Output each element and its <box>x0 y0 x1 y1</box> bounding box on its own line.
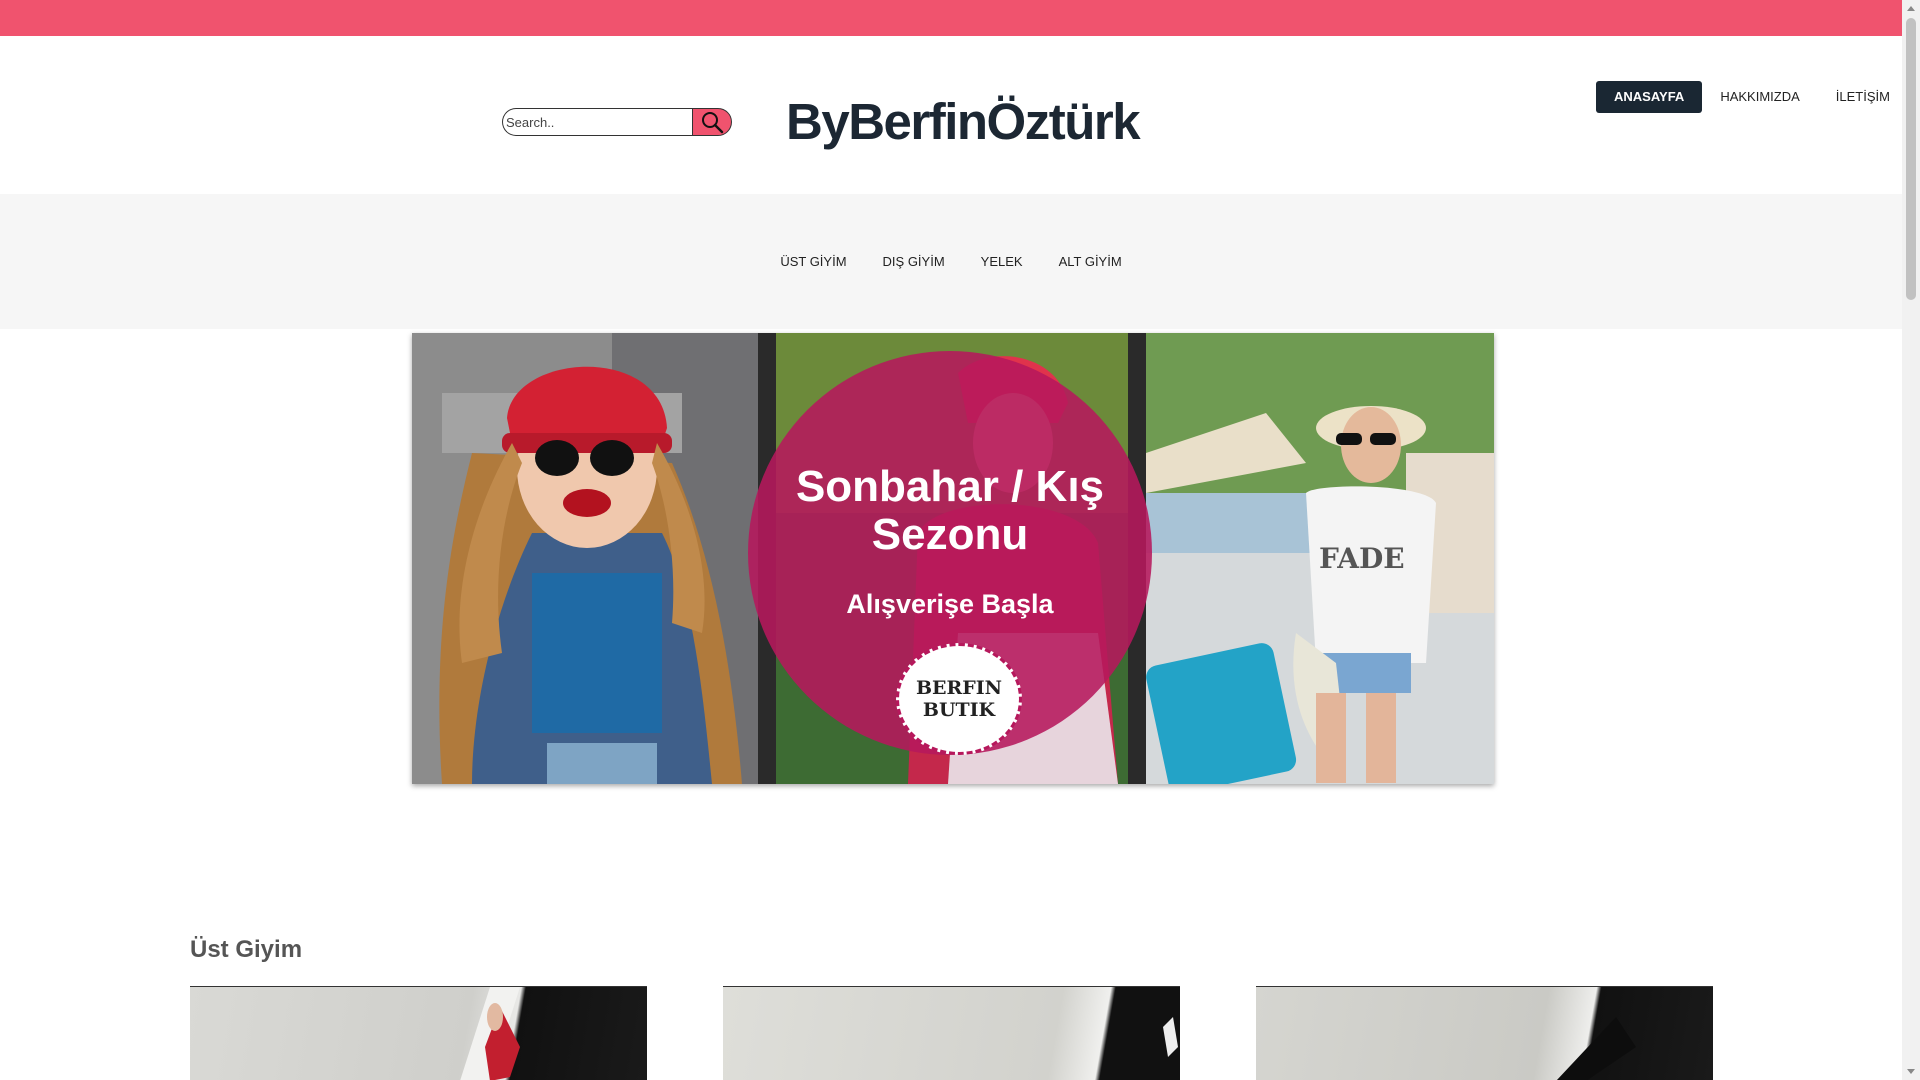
product-card[interactable] <box>190 986 647 1080</box>
scroll-up-arrow-icon[interactable] <box>1907 6 1915 11</box>
berfin-butik-badge: BERFIN BUTIK <box>896 643 1022 755</box>
product-image-3 <box>1556 1017 1636 1080</box>
page-scrollbar[interactable] <box>1902 0 1920 1080</box>
banner-photo-left <box>412 333 758 784</box>
search-icon <box>702 112 724 134</box>
category-dis-giyim[interactable]: DIŞ GİYİM <box>865 254 963 269</box>
banner-title-line1: Sonbahar / Kış <box>795 462 1105 511</box>
site-logo-text[interactable]: ByBerfinÖztürk <box>786 92 1141 151</box>
scroll-down-arrow-icon[interactable] <box>1907 1069 1915 1074</box>
main-nav: ANASAYFA HAKKIMIZDA İLETİŞİM <box>1596 81 1908 113</box>
category-yelek[interactable]: YELEK <box>963 254 1041 269</box>
banner-title-line2: Sezonu <box>871 510 1029 559</box>
section-title-ust-giyim: Üst Giyim <box>190 936 303 963</box>
category-nav-list: ÜST GİYİM DIŞ GİYİM YELEK ALT GİYİM <box>762 254 1139 269</box>
banner-title: Sonbahar / Kış Sezonu <box>748 463 1152 559</box>
search-button[interactable] <box>692 108 732 136</box>
product-card[interactable] <box>723 986 1180 1080</box>
nav-home[interactable]: ANASAYFA <box>1596 81 1703 113</box>
woman-suitcase-illustration: FADE <box>1146 333 1494 784</box>
hero-banner[interactable]: FADE Sonbahar / Kış Sezonu Alışverişe Ba… <box>412 333 1494 784</box>
tshirt-print-text: FADE <box>1319 542 1405 575</box>
product-image-1 <box>460 987 520 1080</box>
top-accent-bar <box>0 0 1902 36</box>
category-ust-giyim[interactable]: ÜST GİYİM <box>762 254 864 269</box>
product-card[interactable] <box>1256 986 1713 1080</box>
banner-photo-right: FADE <box>1146 333 1494 784</box>
search-input[interactable] <box>502 108 692 136</box>
product-image-2 <box>1163 1017 1178 1057</box>
category-alt-giyim[interactable]: ALT GİYİM <box>1041 254 1140 269</box>
banner-subtitle: Alışverişe Başla <box>846 589 1054 619</box>
scrollbar-thumb[interactable] <box>1906 18 1916 300</box>
nav-contact[interactable]: İLETİŞİM <box>1818 81 1908 113</box>
badge-line2: BUTIK <box>922 699 996 721</box>
category-nav: ÜST GİYİM DIŞ GİYİM YELEK ALT GİYİM <box>0 194 1902 329</box>
badge-line1: BERFIN <box>915 677 1003 699</box>
search-form <box>502 108 732 136</box>
woman-red-beanie-illustration <box>412 333 758 784</box>
nav-about[interactable]: HAKKIMIZDA <box>1702 81 1817 113</box>
